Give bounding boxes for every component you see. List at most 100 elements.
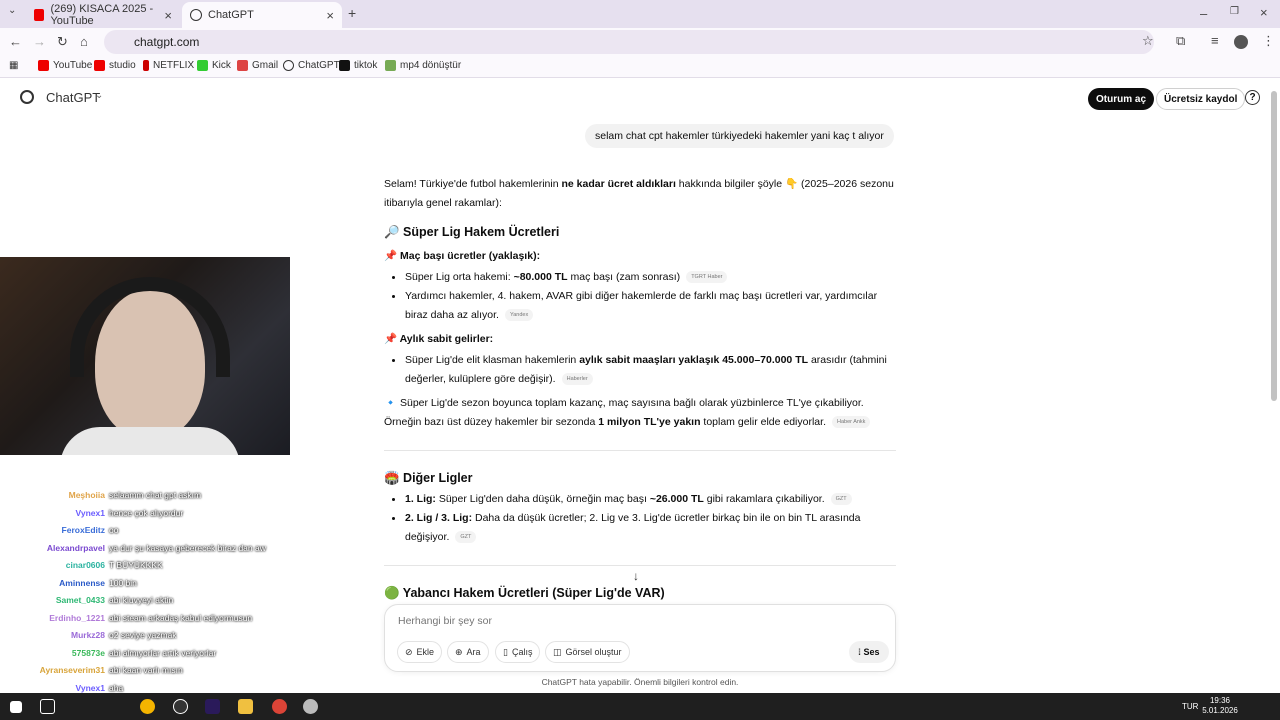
chat-username: Vynex1 — [75, 508, 105, 518]
chat-message: Samet_0433 abi kluvyeyi aktin — [0, 595, 173, 605]
chevron-down-icon[interactable]: ⌄ — [95, 90, 103, 101]
bookmark-label: studio — [109, 60, 136, 71]
bookmark-youtube[interactable]: YouTube — [38, 60, 92, 71]
study-button[interactable]: ▯ Çalış — [495, 641, 541, 663]
tab-title: (269) KISACA 2025 - YouTube — [50, 3, 154, 27]
chat-message: Alexandrpavel ya dur şu kasaya geberecek … — [0, 543, 266, 553]
minimize-icon[interactable]: – — [1200, 6, 1207, 21]
back-icon[interactable]: ← — [9, 34, 22, 49]
match-fee-heading: 📌 Maç başı ücretler (yaklaşık): — [384, 250, 541, 262]
bullet-text: Daha da düşük ücretler; 2. Lig ve 3. Lig… — [472, 512, 861, 524]
tab-chatgpt[interactable]: ChatGPT × — [182, 2, 342, 28]
maximize-icon[interactable]: ❐ — [1230, 6, 1239, 17]
task-view-icon[interactable] — [40, 699, 55, 714]
scrollbar[interactable] — [1271, 91, 1277, 401]
chat-message: Aminnense 100 bin — [0, 578, 137, 588]
tab-youtube[interactable]: (269) KISACA 2025 - YouTube × — [26, 2, 180, 28]
forward-icon[interactable]: → — [33, 34, 46, 49]
source-badge[interactable]: Haber Ankk — [831, 416, 871, 429]
source-badge[interactable]: GZT — [830, 493, 852, 506]
apps-icon[interactable]: ▦ — [9, 60, 18, 71]
file-explorer-icon[interactable] — [238, 699, 253, 714]
bullet-bold: ~80.000 TL — [513, 271, 568, 283]
netflix-icon — [143, 60, 149, 71]
signup-button[interactable]: Ücretsiz kaydol — [1156, 88, 1246, 110]
chat-text: o2 seviye yazmak — [109, 630, 177, 640]
create-image-button[interactable]: ◫ Görsel oluştur — [545, 641, 630, 663]
chat-text: oo — [109, 525, 119, 535]
bullet-text: arasıdır (tahmini — [808, 354, 887, 366]
app-icon[interactable] — [303, 699, 318, 714]
list-item: 2. Lig / 3. Lig: Daha da düşük ücretler;… — [392, 509, 900, 547]
button-label: Çalış — [511, 647, 533, 657]
season-text: toplam gelir elde ediyorlar. — [700, 416, 826, 428]
bookmark-chatgpt[interactable]: ChatGPT — [283, 60, 340, 71]
chrome-active-icon[interactable] — [272, 699, 287, 714]
season-bold: 1 milyon TL'ye yakın — [598, 416, 701, 428]
obs-icon[interactable] — [173, 699, 188, 714]
attach-button[interactable]: ⊘ Ekle — [397, 641, 443, 663]
new-tab-icon[interactable]: + — [348, 5, 356, 21]
clock[interactable]: 19:36 5.01.2026 — [1200, 696, 1240, 716]
chat-text: T BÜYÜKKKK — [109, 560, 163, 570]
tab-title: ChatGPT — [208, 9, 254, 21]
chat-username: Murkz28 — [70, 630, 105, 640]
profile-avatar[interactable] — [1234, 35, 1248, 49]
intro-paragraph: Selam! Türkiye'de futbol hakemlerinin ne… — [384, 175, 904, 213]
star-icon[interactable]: ☆ — [1142, 33, 1154, 49]
search-button[interactable]: ⊕ Ara — [447, 641, 489, 663]
bullet-text: Yardımcı hakemler, 4. hakem, AVAR gibi d… — [405, 290, 878, 302]
browser-toolbar: ← → ↻ ⌂ chatgpt.com ☆ ⧉ ≡ ⋮ — [0, 28, 1280, 56]
voice-button[interactable]: ⦙ Ses — [849, 641, 889, 663]
youtube-icon — [34, 9, 45, 21]
bookmark-kick[interactable]: Kick — [197, 60, 231, 71]
tab-list-icon[interactable]: ⌄ — [8, 5, 16, 16]
bookmark-label: ChatGPT — [298, 60, 340, 71]
home-icon[interactable]: ⌂ — [80, 34, 88, 49]
windows-start-icon[interactable] — [10, 701, 22, 713]
button-label: Ekle — [416, 647, 435, 657]
scroll-down-icon[interactable]: ↓ — [633, 569, 639, 583]
bullet-text: Süper Lig'de elit klasman hakemlerin — [405, 354, 580, 366]
intro-text: itibarıyla genel rakamlar): — [384, 197, 502, 209]
section-title-other-leagues: 🏟️ Diğer Ligler — [384, 471, 473, 485]
chat-text: ya dur şu kasaya geberecek biraz dan aw — [109, 543, 266, 553]
reading-list-icon[interactable]: ≡ — [1211, 33, 1219, 48]
help-icon[interactable]: ? — [1245, 90, 1260, 105]
close-icon[interactable]: × — [326, 8, 334, 23]
chat-message: Erdinho_1221 abi steam arkadaş kabul ediy… — [0, 613, 252, 623]
time: 19:36 — [1209, 696, 1231, 705]
source-badge[interactable]: GZT — [455, 531, 477, 544]
language-indicator[interactable]: TUR — [1182, 702, 1198, 711]
app-title[interactable]: ChatGPT — [46, 90, 100, 105]
prompt-input[interactable] — [398, 615, 798, 627]
stream-chat-overlay: Meşhoiia selaamm chat gpt askım Vynex1 henc… — [0, 450, 330, 695]
bookmark-mp4[interactable]: mp4 dönüştür — [385, 60, 461, 71]
close-icon[interactable]: × — [164, 8, 172, 23]
bookmark-studio[interactable]: studio — [94, 60, 136, 71]
book-icon: ▯ — [503, 646, 508, 657]
bullet-bold: ~26.000 TL — [649, 493, 704, 505]
chat-message: cinar0606 T BÜYÜKKKK — [0, 560, 163, 570]
address-bar[interactable]: chatgpt.com — [104, 30, 1154, 54]
bookmark-netflix[interactable]: NETFLIX — [143, 60, 194, 71]
source-badge[interactable]: TGRT Haber — [686, 271, 728, 284]
source-badge[interactable]: Yandex — [504, 309, 534, 322]
button-label: Görsel oluştur — [565, 647, 622, 657]
source-badge[interactable]: Haberler — [561, 373, 593, 386]
window-close-icon[interactable]: × — [1260, 5, 1268, 20]
divider — [384, 565, 896, 566]
bookmark-gmail[interactable]: Gmail — [237, 60, 278, 71]
chrome-icon[interactable] — [140, 699, 155, 714]
reload-icon[interactable]: ↻ — [57, 34, 68, 50]
login-button[interactable]: Oturum aç — [1088, 88, 1155, 110]
chat-text: 100 bin — [109, 578, 137, 588]
menu-icon[interactable]: ⋮ — [1262, 33, 1275, 49]
bullet-text: Süper Lig'den daha düşük, örneğin maç ba… — [435, 493, 650, 505]
extensions-icon[interactable]: ⧉ — [1176, 33, 1185, 49]
bookmark-tiktok[interactable]: tiktok — [339, 60, 377, 71]
chat-username: FeroxEditz — [61, 525, 105, 535]
premiere-icon[interactable] — [205, 699, 220, 714]
list-item: Yardımcı hakemler, 4. hakem, AVAR gibi d… — [392, 287, 900, 325]
chat-text: abi kluvyeyi aktin — [109, 595, 174, 605]
